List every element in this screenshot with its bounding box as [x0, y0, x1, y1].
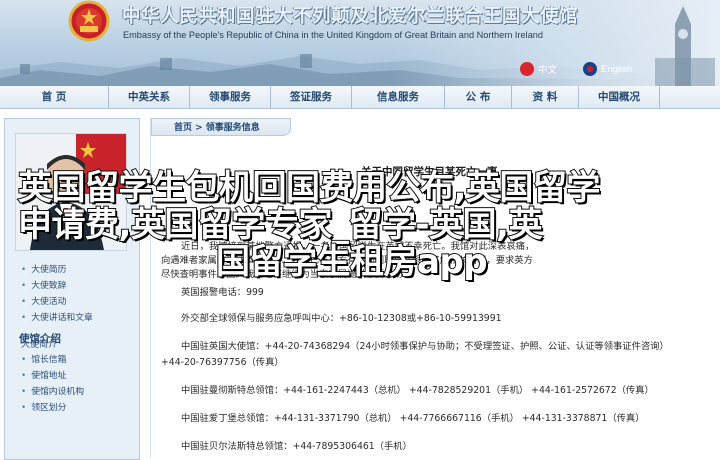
language-chinese-label: 中文 — [538, 65, 558, 76]
main-navigation: 首 页 中英关系 领事服务 签证服务 信息服务 公 布 资 料 中国概况 — [0, 86, 720, 109]
sidebar-section-embassy-intro: 使馆介绍 — [19, 333, 61, 345]
sidebar-link-mailbox[interactable]: 馆长信箱 — [21, 352, 66, 365]
article-paragraph: 外交部全球领保与服务应急呼叫中心：+86-10-12308或+86-10-599… — [181, 313, 502, 324]
article-paragraph: 中国驻贝尔法斯特总领馆：+44-7895306461（手机） — [181, 441, 412, 452]
overlay-headline-line: 申请费,英国留学专家_留学-英国,英 — [17, 205, 543, 245]
nav-china-uk-relations[interactable]: 中英关系 — [109, 86, 190, 108]
language-english-link[interactable]: English — [583, 62, 632, 76]
sidebar-link-departments[interactable]: 使馆内设机构 — [21, 384, 84, 397]
sidebar-link-address[interactable]: 使馆地址 — [21, 368, 66, 381]
china-flag-icon — [520, 62, 534, 76]
nav-home[interactable]: 首 页 — [0, 86, 109, 108]
sidebar-link-ambassador-articles[interactable]: 大使讲话和文章 — [21, 310, 93, 323]
uk-flag-icon — [583, 62, 597, 76]
sidebar-link-ambassador-activities[interactable]: 大使活动 — [21, 294, 66, 307]
embassy-title-english: Embassy of the People's Republic of Chin… — [123, 30, 544, 40]
overlay-headline-line: 英国留学生包机回国费用公布,英国留学 — [17, 168, 601, 208]
article-paragraph: 英国报警电话：999 — [181, 287, 264, 298]
nav-information-services[interactable]: 信息服务 — [352, 86, 445, 108]
sidebar-link-consular-districts[interactable]: 领区划分 — [21, 400, 66, 413]
language-chinese-link[interactable]: 中文 — [520, 62, 557, 76]
article-paragraph: 中国驻曼彻斯特总领馆：+44-161-2247443（总机） +44-78285… — [181, 385, 654, 396]
overlay-headline: 英国留学生包机回国费用公布,英国留学 申请费,英国留学专家_留学-英国,英 国留… — [0, 168, 720, 282]
national-emblem-icon — [68, 0, 110, 42]
big-ben-image — [655, 6, 715, 86]
nav-visa-services[interactable]: 签证服务 — [271, 86, 352, 108]
nav-consular-services[interactable]: 领事服务 — [190, 86, 271, 108]
nav-about-china[interactable]: 中国概况 — [579, 86, 660, 108]
overlay-headline-line: 国留学生租房app — [215, 242, 489, 282]
page-header: 中华人民共和国驻大不列颠及北爱尔兰联合王国大使馆 Embassy of the … — [0, 0, 720, 86]
embassy-title-chinese: 中华人民共和国驻大不列颠及北爱尔兰联合王国大使馆 — [122, 6, 579, 27]
language-english-label: English — [601, 63, 633, 75]
breadcrumb[interactable]: 首页 > 领事服务信息 — [151, 118, 291, 136]
nav-announcements[interactable]: 公 布 — [445, 86, 512, 108]
article-paragraph: +44-20-76397756（传真） — [161, 357, 284, 368]
nav-materials[interactable]: 资 料 — [512, 86, 579, 108]
article-paragraph: 中国驻英国大使馆：+44-20-74368294（24小时领事保护与协助；不受理… — [181, 341, 669, 352]
article-paragraph: 中国驻爱丁堡总领馆：+44-131-3371790（总机） +44-776666… — [181, 413, 645, 424]
